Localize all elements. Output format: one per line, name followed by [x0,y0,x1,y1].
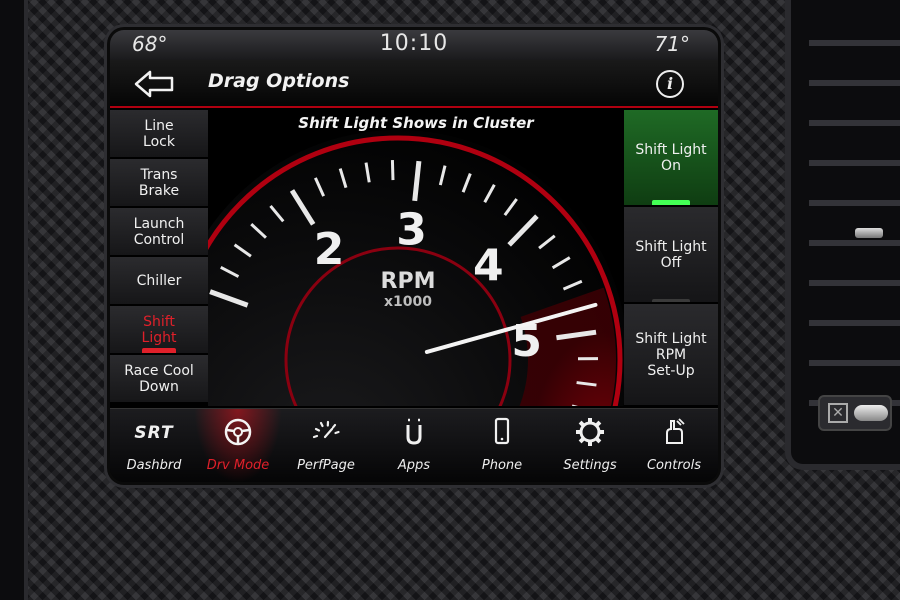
menu-item-label: Trans Brake [138,166,180,199]
nav-drv-mode[interactable]: Drv Mode [194,409,282,482]
menu-item-label: Launch Control [133,215,185,248]
tachometer-preview: 23456 RPM x1000 Shift Light Shows in Clu… [208,110,624,406]
option-shift-light-rpm-setup[interactable]: Shift Light RPM Set-Up [624,304,718,406]
status-bar: 68° 10:10 71° [110,30,718,60]
menu-item-label: Race Cool Down [124,362,194,395]
tachometer-number: 3 [396,205,427,256]
controls-icon [666,418,685,444]
title-bar: Drag Options i [110,60,718,108]
nav-label: Apps [397,458,431,473]
knob [854,405,888,421]
nav-apps[interactable]: Apps [370,409,458,482]
clock: 10:10 [379,31,449,56]
menu-item-label: Chiller [136,272,182,289]
info-icon: i [666,74,674,93]
rpm-label: RPM [381,269,436,294]
infotainment-screen: 68° 10:10 71° Drag Options i Line Lock T… [110,30,718,482]
option-label: Shift Light On [635,141,707,174]
apps-icon [406,418,422,445]
hazard-switch[interactable]: ✕ [818,395,892,431]
tachometer: 23456 RPM x1000 [208,130,624,406]
nav-label: Dashbrd [126,458,182,473]
nav-label: Settings [563,458,617,473]
nav-controls[interactable]: Controls [630,409,718,482]
nav-phone[interactable]: Phone [458,409,546,482]
tachometer-number: 2 [314,224,345,275]
menu-item-label: Line Lock [143,117,175,150]
close-icon: ✕ [828,403,848,423]
gauge-icon [312,420,340,439]
unselected-indicator [652,299,690,302]
menu-item-race-cool-down[interactable]: Race Cool Down [110,355,208,403]
nav-dashbrd[interactable]: SRT Dashbrd [110,409,198,482]
page-title: Drag Options [208,70,350,92]
left-menu: Line Lock Trans Brake Launch Control Chi… [110,110,208,406]
gauge-caption: Shift Light Shows in Cluster [298,114,534,132]
passenger-temperature[interactable]: 71° [655,32,690,56]
back-button[interactable] [132,66,180,102]
tachometer-number: 4 [473,240,504,291]
option-label: Shift Light Off [635,238,707,271]
menu-item-shift-light[interactable]: Shift Light [110,306,208,354]
tachometer-number: 6 [495,399,526,406]
bottom-nav: SRT Dashbrd Drv Mode PerfPage Apps Phone… [110,408,718,482]
back-arrow-icon [134,70,174,98]
rpm-scale-label: x1000 [384,294,432,310]
gear-icon [576,418,604,446]
shift-light-options: Shift Light On Shift Light Off Shift Lig… [624,110,718,406]
menu-item-chiller[interactable]: Chiller [110,257,208,305]
info-button[interactable]: i [656,70,684,98]
left-trim [0,0,28,600]
phone-icon [494,417,510,445]
option-shift-light-off[interactable]: Shift Light Off [624,207,718,303]
srt-logo: SRT [134,423,174,443]
menu-item-trans-brake[interactable]: Trans Brake [110,159,208,207]
vent-knob[interactable] [855,228,883,238]
menu-item-label: Shift Light [141,313,177,346]
nav-label: Controls [646,458,702,473]
menu-item-launch-control[interactable]: Launch Control [110,208,208,256]
tachometer-tick [390,160,395,181]
nav-label: Drv Mode [206,458,270,473]
nav-perfpage[interactable]: PerfPage [282,409,370,482]
nav-label: PerfPage [297,458,355,473]
active-indicator [142,348,176,353]
nav-settings[interactable]: Settings [546,409,634,482]
menu-item-line-lock[interactable]: Line Lock [110,110,208,158]
steering-wheel-icon [224,418,252,446]
option-shift-light-on[interactable]: Shift Light On [624,110,718,206]
option-label: Shift Light RPM Set-Up [635,330,707,379]
nav-label: Phone [481,458,523,473]
selected-indicator [652,200,690,205]
